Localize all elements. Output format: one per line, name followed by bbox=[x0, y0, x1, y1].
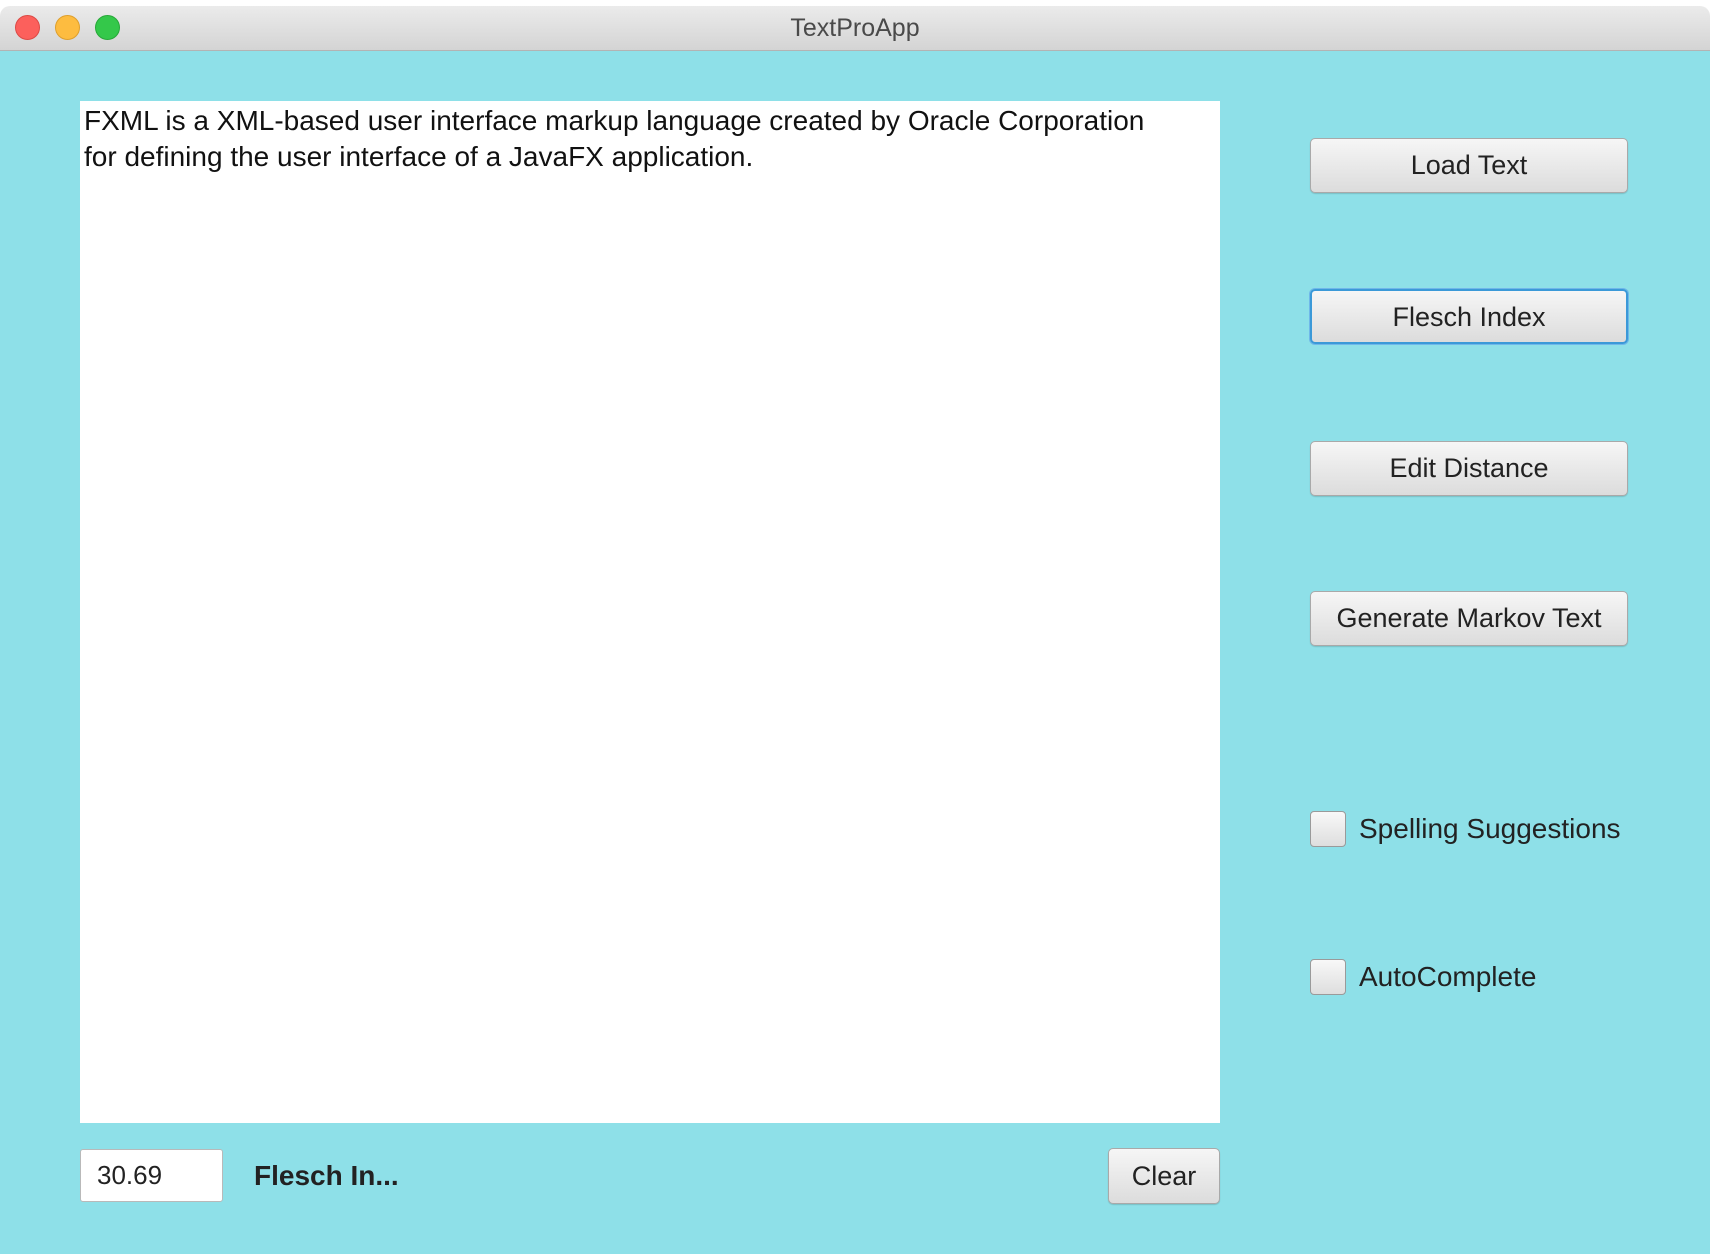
flesch-index-button[interactable]: Flesch Index bbox=[1310, 289, 1628, 344]
flesch-score-field[interactable]: 30.69 bbox=[80, 1149, 223, 1202]
flesch-score-label: Flesch In... bbox=[254, 1160, 399, 1191]
text-input-area[interactable]: FXML is a XML-based user interface marku… bbox=[80, 101, 1220, 1123]
edit-distance-button[interactable]: Edit Distance bbox=[1310, 441, 1628, 496]
clear-button[interactable]: Clear bbox=[1108, 1148, 1220, 1204]
autocomplete-checkbox[interactable] bbox=[1310, 959, 1346, 995]
load-text-button[interactable]: Load Text bbox=[1310, 138, 1628, 193]
spelling-suggestions-label: Spelling Suggestions bbox=[1359, 813, 1621, 844]
spelling-suggestions-checkbox[interactable] bbox=[1310, 811, 1346, 847]
title-bar[interactable]: TextProApp bbox=[0, 6, 1710, 51]
generate-markov-text-button[interactable]: Generate Markov Text bbox=[1310, 591, 1628, 646]
main-panel: FXML is a XML-based user interface marku… bbox=[0, 51, 1710, 1254]
app-window: TextProApp FXML is a XML-based user inte… bbox=[0, 0, 1714, 1254]
autocomplete-label: AutoComplete bbox=[1359, 961, 1537, 992]
window-title: TextProApp bbox=[790, 14, 920, 42]
